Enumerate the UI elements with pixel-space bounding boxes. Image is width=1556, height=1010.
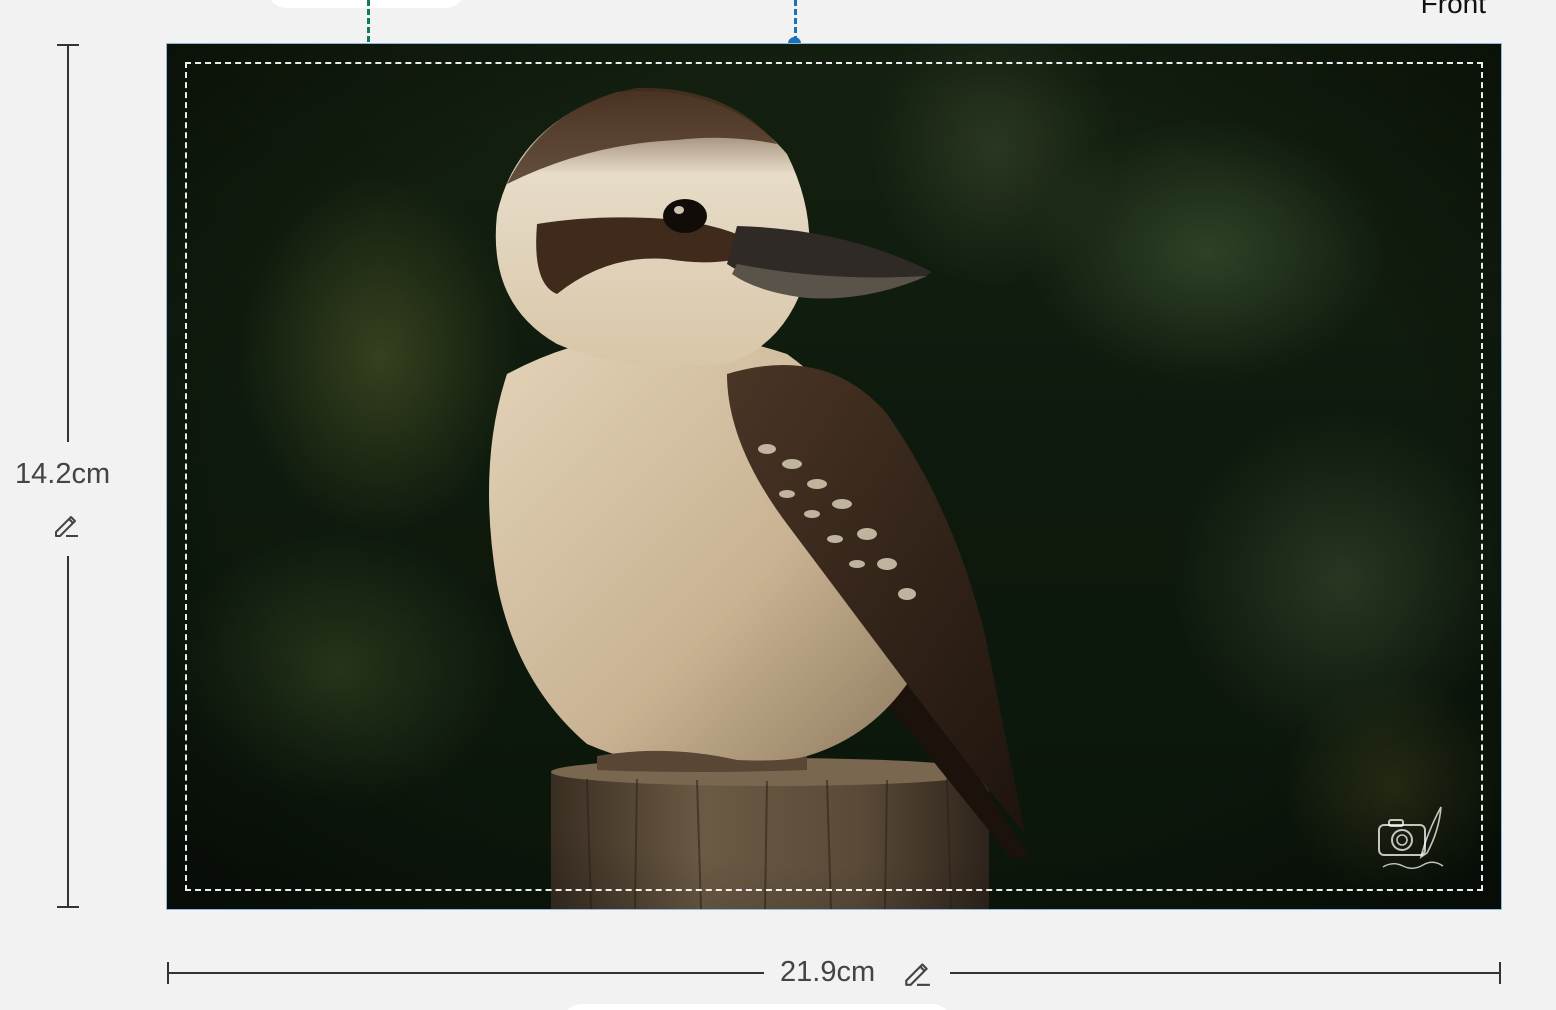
width-ruler-line	[950, 972, 1500, 974]
width-value: 21.9cm	[780, 956, 876, 988]
bottom-toolbar-pill[interactable]	[562, 1004, 952, 1010]
camera-feather-logo	[1378, 806, 1444, 869]
bleed-guide-connector	[794, 0, 797, 42]
height-ruler-line	[67, 556, 69, 908]
design-canvas[interactable]	[166, 43, 1502, 910]
top-toolbar-pill[interactable]	[268, 0, 464, 8]
kookaburra-photo	[167, 44, 1501, 909]
width-ruler-cap-right	[1499, 962, 1501, 984]
side-label: Front	[1420, 0, 1486, 19]
pencil-icon[interactable]	[52, 510, 80, 538]
height-ruler-cap-bottom	[57, 906, 79, 908]
width-ruler-line	[168, 972, 764, 974]
height-ruler-line	[67, 44, 69, 442]
height-value: 14.2cm	[15, 458, 111, 490]
pencil-icon[interactable]	[902, 957, 932, 987]
